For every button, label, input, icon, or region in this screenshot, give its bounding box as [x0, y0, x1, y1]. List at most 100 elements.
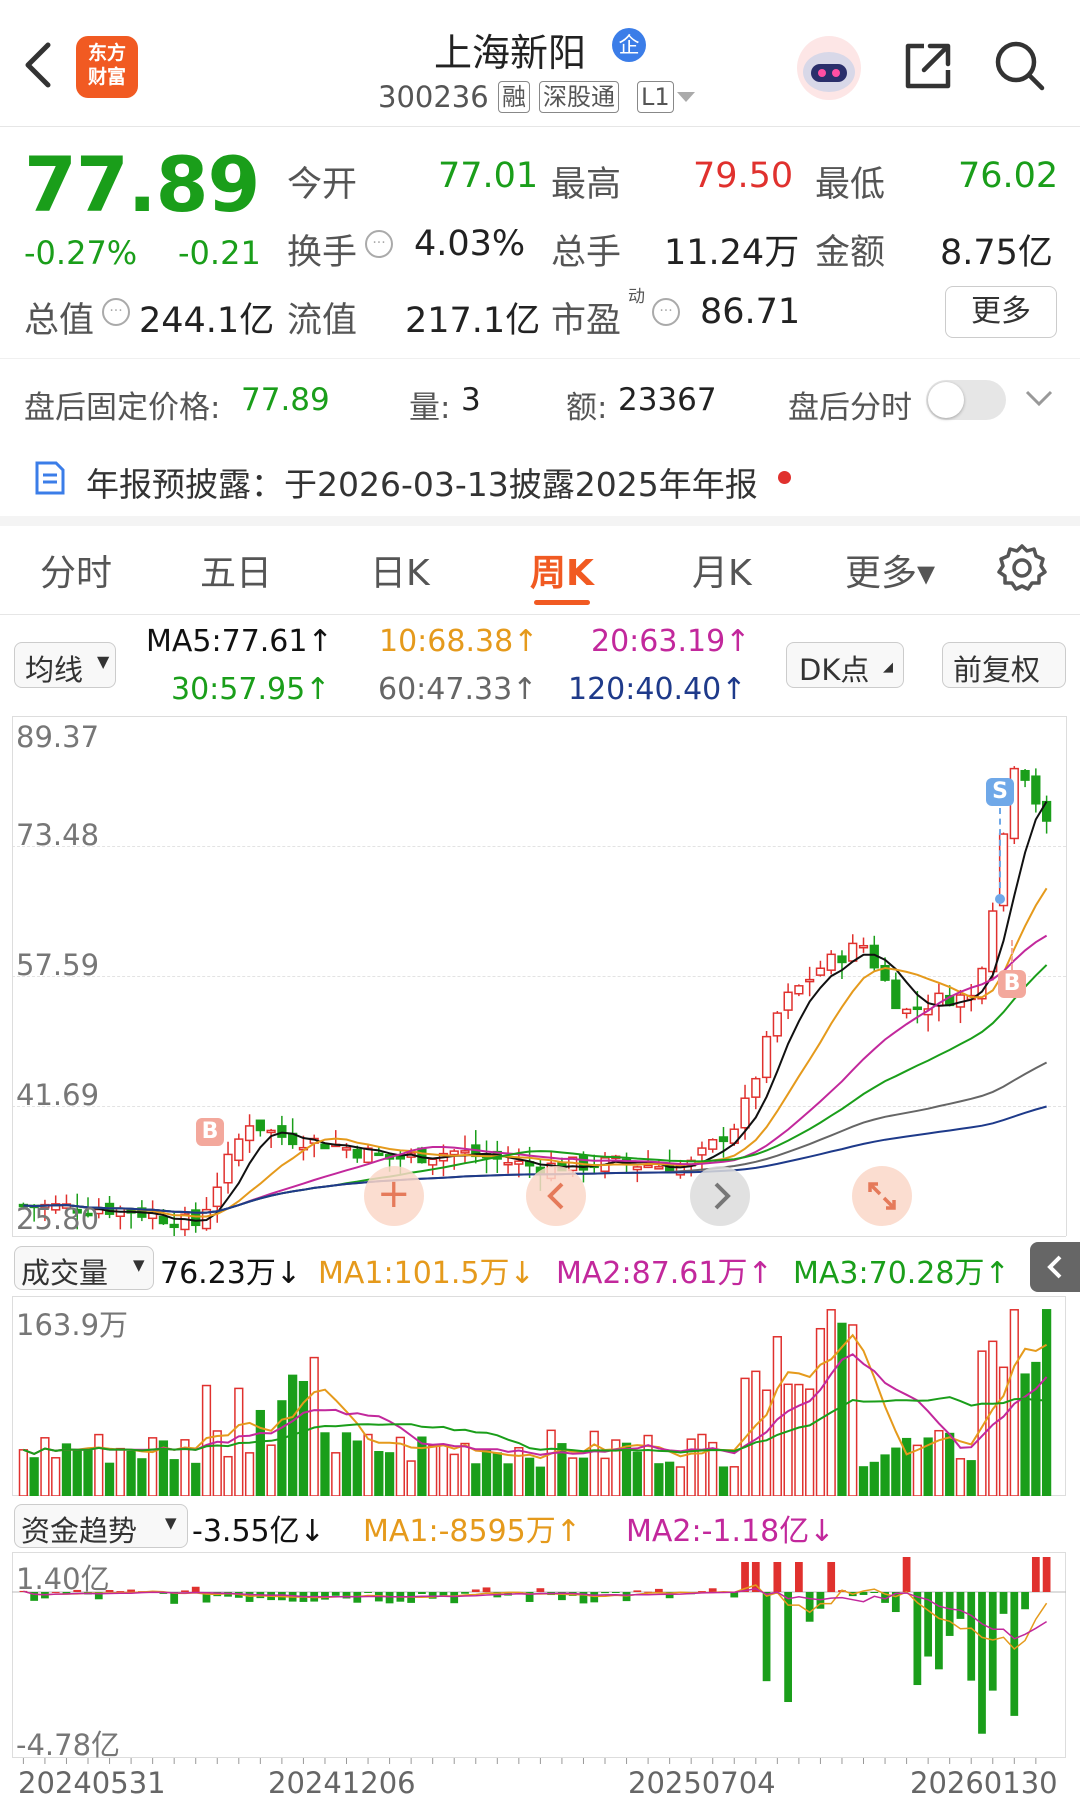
after-hours-amount-label: 额:: [566, 390, 608, 426]
more-stats-button[interactable]: 更多: [945, 286, 1057, 338]
price-adjust-label: 前复权: [953, 653, 1041, 687]
volume-bar: [1020, 1373, 1030, 1496]
sell-marker-dot: [995, 894, 1005, 904]
dk-points-button[interactable]: DK点 ◢: [786, 642, 904, 688]
tab-daily-k[interactable]: 日K: [370, 544, 430, 596]
candle-body: [341, 1147, 352, 1151]
after-hours-toggle[interactable]: [926, 380, 1006, 420]
volume-bar: [955, 1458, 966, 1496]
volume-bar: [277, 1400, 287, 1496]
ma-selector[interactable]: 均线 ▼: [14, 642, 116, 688]
candle-body: [740, 1097, 750, 1129]
candle-body: [255, 1119, 265, 1132]
fund-flow-selector[interactable]: 资金趋势 ▼: [14, 1504, 188, 1548]
volume-bar: [395, 1436, 405, 1496]
volume-bar: [61, 1443, 72, 1496]
volume-bar: [848, 1324, 858, 1496]
candle-body: [212, 1186, 222, 1208]
connect-tag: 深股通: [539, 81, 619, 113]
volume-bar: [449, 1453, 459, 1496]
document-icon: [35, 461, 65, 495]
dropdown-arrow-icon[interactable]: [675, 90, 697, 104]
volume-bar: [29, 1457, 39, 1496]
zoom-in-button[interactable]: +: [364, 1166, 424, 1226]
info-dots-icon[interactable]: ···: [102, 298, 130, 326]
candle-body: [815, 967, 826, 976]
volume-bar: [126, 1450, 136, 1496]
candle-body: [1031, 775, 1041, 805]
stat-value-pe: 86.71: [700, 292, 801, 332]
buy-marker[interactable]: B: [998, 970, 1026, 998]
info-dots-icon[interactable]: ···: [652, 298, 680, 326]
robot-assistant-icon[interactable]: [795, 34, 863, 102]
scroll-right-button[interactable]: [690, 1166, 750, 1226]
fund-flow-bar: [482, 1587, 491, 1592]
info-dots-icon[interactable]: ···: [365, 230, 393, 258]
fund-flow-value: -3.55亿↓: [192, 1514, 325, 1549]
expand-icon: [868, 1182, 896, 1210]
sell-marker[interactable]: S: [986, 778, 1014, 806]
chevron-down-icon: ▼: [133, 1256, 145, 1274]
fund-flow-bar: [471, 1589, 480, 1592]
collapse-panel-button[interactable]: [1030, 1242, 1080, 1292]
candle-body: [320, 1143, 330, 1150]
candle-body: [514, 1160, 524, 1165]
volume-bar: [212, 1430, 222, 1496]
fullscreen-button[interactable]: [852, 1166, 912, 1226]
ma20-label: 20:63.19↑: [591, 624, 751, 659]
volume-bar: [966, 1460, 976, 1496]
candle-body: [503, 1161, 513, 1166]
volume-bar: [751, 1370, 761, 1496]
fund-flow-selector-label: 资金趋势: [21, 1514, 138, 1548]
margin-tag: 融: [498, 81, 530, 113]
candle-body: [708, 1139, 718, 1150]
share-icon[interactable]: [900, 38, 956, 94]
enterprise-badge: 企: [612, 28, 646, 62]
fund-flow-bar: [364, 1592, 372, 1593]
tab-five-day[interactable]: 五日: [200, 544, 272, 596]
fund-flow-bar: [870, 1592, 879, 1593]
search-icon[interactable]: [990, 36, 1050, 96]
candle-body: [761, 1035, 772, 1079]
app-logo[interactable]: 东方 财富: [76, 36, 138, 98]
volume-indicator-selector[interactable]: 成交量 ▼: [14, 1246, 154, 1290]
volume-bar: [104, 1462, 115, 1496]
chevron-down-icon[interactable]: [1025, 390, 1053, 408]
settings-gear-icon[interactable]: [996, 542, 1048, 594]
volume-bar: [858, 1466, 869, 1496]
fund-flow-bar: [978, 1592, 986, 1734]
unread-dot: [778, 471, 791, 484]
fund-flow-bar: [321, 1592, 329, 1600]
stat-value-low: 76.02: [958, 156, 1059, 196]
candle-body: [751, 1077, 761, 1098]
volume-bar: [363, 1433, 373, 1496]
price-adjust-button[interactable]: 前复权: [942, 642, 1066, 688]
buy-marker[interactable]: B: [196, 1118, 224, 1146]
scroll-left-button[interactable]: [526, 1166, 586, 1226]
candle-body: [783, 991, 793, 1011]
tab-monthly-k[interactable]: 月K: [692, 544, 752, 596]
volume-chart[interactable]: [12, 1296, 1066, 1496]
change-percent: -0.27%: [24, 234, 138, 272]
fund-flow-chart[interactable]: [12, 1552, 1066, 1758]
fund-flow-ma1: MA1:-8595万↑: [363, 1514, 581, 1549]
candlestick-chart[interactable]: [12, 716, 1066, 1236]
volume-bar: [869, 1461, 879, 1496]
top-nav: 东方 财富 上海新阳 企 300236 融 深股通 L1: [0, 0, 1080, 126]
after-hours-price-label: 盘后固定价格:: [24, 390, 221, 426]
tab-intraday[interactable]: 分时: [40, 544, 112, 596]
toggle-knob: [928, 382, 964, 418]
ma5-label: MA5:77.61↑: [146, 624, 333, 659]
y-label: 41.69: [16, 1078, 100, 1112]
tab-weekly-k[interactable]: 周K: [530, 544, 594, 596]
candle-body: [654, 1166, 664, 1170]
volume-bar: [72, 1450, 82, 1496]
tab-more[interactable]: 更多▾: [845, 544, 935, 596]
fund-flow-bar: [956, 1592, 965, 1619]
candle-body: [632, 1166, 642, 1171]
back-arrow-icon[interactable]: [18, 40, 58, 90]
annual-report-notice[interactable]: 年报预披露：于2026-03-13披露2025年年报: [86, 458, 758, 506]
chart-border-bottom: [12, 1236, 1066, 1237]
stock-code: 300236: [378, 80, 489, 114]
candle-body: [460, 1150, 470, 1154]
